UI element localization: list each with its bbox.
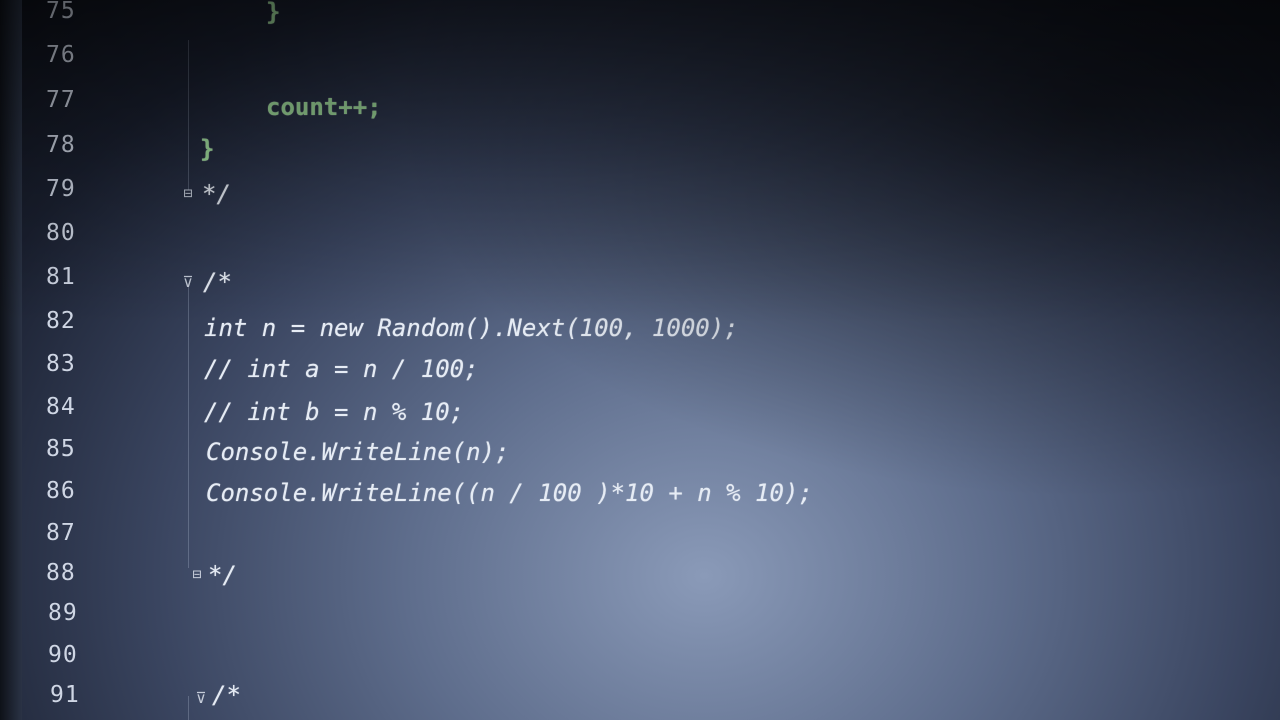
code-text[interactable]: // int a = n / 100; [204,355,479,383]
line-number: 78 [46,132,76,158]
code-text[interactable]: Console.WriteLine(n); [206,438,509,466]
fold-end-icon[interactable]: ⊟ [190,566,204,582]
code-line[interactable]: 77 count++; [0,85,1280,125]
code-line[interactable]: 91 ⊽ /* [0,676,1280,716]
code-line[interactable]: 85 Console.WriteLine(n); [0,434,1280,474]
code-text[interactable]: */ [202,180,231,208]
code-line[interactable]: 79 ⊟ */ [0,174,1280,214]
line-number: 91 [50,682,80,708]
code-text[interactable]: Console.WriteLine((n / 100 )*10 + n % 10… [206,479,813,507]
code-line[interactable]: 90 [0,640,1280,680]
code-text[interactable]: } [266,0,280,26]
code-text[interactable]: */ [208,561,237,589]
code-line[interactable]: 87 [0,518,1280,558]
line-number: 76 [46,42,76,68]
code-line[interactable]: 86 Console.WriteLine((n / 100 )*10 + n %… [0,476,1280,516]
code-line[interactable]: 78 } [0,130,1280,170]
fold-start-icon[interactable]: ⊽ [194,690,208,706]
line-number: 86 [46,478,76,504]
code-line[interactable]: 88 ⊟ */ [0,558,1280,598]
code-line[interactable]: 75 } [0,0,1280,32]
line-number: 83 [46,351,76,377]
code-text[interactable]: /* [212,681,241,709]
code-line[interactable]: 83 // int a = n / 100; [0,349,1280,389]
fold-end-icon[interactable]: ⊟ [181,185,195,201]
line-number: 90 [48,642,78,668]
code-text[interactable]: int n = new Random().Next(100, 1000); [204,314,739,342]
code-text[interactable]: /* [203,268,232,296]
line-number: 84 [46,394,76,420]
code-text[interactable]: count++; [266,93,382,121]
code-text[interactable]: // int b = n % 10; [204,398,464,426]
line-number: 88 [46,560,76,586]
line-number: 80 [46,220,76,246]
code-line[interactable]: 76 [0,40,1280,80]
line-number: 75 [46,0,76,24]
line-number: 87 [46,520,76,546]
line-number: 77 [46,87,76,113]
line-number: 89 [48,600,78,626]
code-text[interactable]: } [200,135,214,163]
code-line[interactable]: 89 [0,598,1280,638]
code-line[interactable]: 84 // int b = n % 10; [0,392,1280,432]
line-number: 79 [46,176,76,202]
code-line[interactable]: 81 ⊽ /* [0,262,1280,302]
line-number: 85 [46,436,76,462]
line-number: 82 [46,308,76,334]
code-line[interactable]: 82 int n = new Random().Next(100, 1000); [0,306,1280,346]
code-line[interactable]: 80 [0,218,1280,258]
line-number: 81 [46,264,76,290]
fold-start-icon[interactable]: ⊽ [181,274,195,290]
code-editor[interactable]: 75 } 76 77 count++; 78 } 79 ⊟ */ 80 81 ⊽… [0,0,1280,720]
